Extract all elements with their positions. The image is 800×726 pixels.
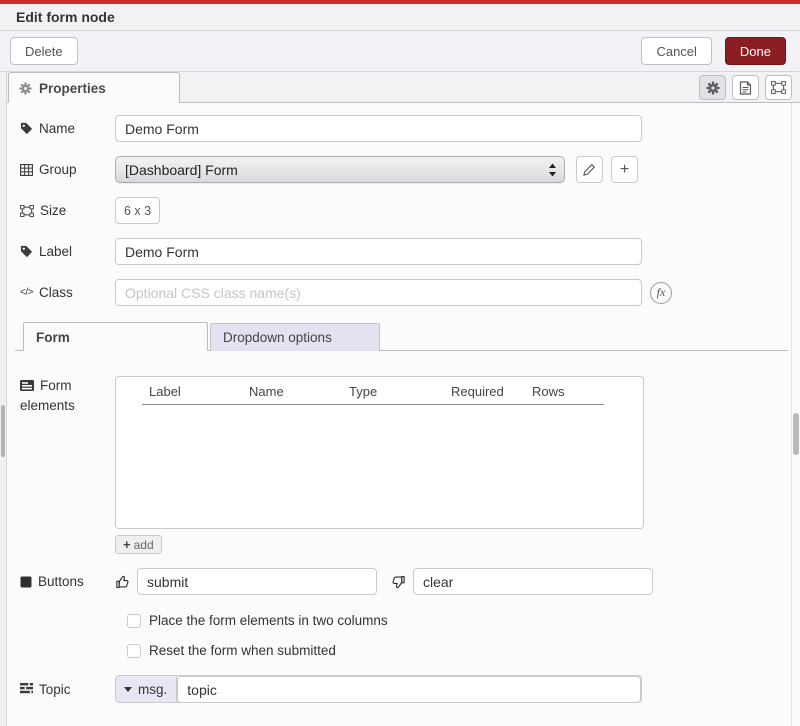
object-group-icon <box>20 205 34 217</box>
tab-properties-label: Properties <box>39 81 106 96</box>
dialog-header: Edit form node <box>0 4 800 31</box>
form-widget-icon <box>20 380 34 391</box>
gear-icon <box>706 81 720 95</box>
tag-icon <box>20 122 33 135</box>
topic-type-label: msg. <box>138 682 167 697</box>
dialog-title: Edit form node <box>16 9 115 25</box>
thumbs-up-icon <box>115 574 130 590</box>
gear-icon <box>19 82 32 95</box>
topic-row: Topic msg. <box>20 675 800 703</box>
delete-button[interactable]: Delete <box>10 37 78 65</box>
class-input[interactable] <box>115 279 642 306</box>
form-elements-row: Form elements Label Name Type Required R… <box>20 376 800 554</box>
class-row: </> Class fx <box>20 279 800 306</box>
column-header-label: Label <box>149 384 181 399</box>
column-header-rows: Rows <box>532 384 565 399</box>
tray-resize-handle[interactable] <box>0 72 7 726</box>
buttons-label: Buttons <box>20 574 115 589</box>
tab-properties[interactable]: Properties <box>8 72 180 103</box>
two-columns-checkbox[interactable] <box>127 614 141 628</box>
group-select-value: [Dashboard] Form <box>125 162 238 178</box>
subtab-dropdown-options[interactable]: Dropdown options <box>210 323 380 351</box>
reset-form-checkbox-label[interactable]: Reset the form when submitted <box>149 643 336 658</box>
two-columns-checkbox-row: Place the form elements in two columns <box>127 613 800 628</box>
label-input[interactable] <box>115 238 642 265</box>
submit-button-label-input[interactable] <box>137 568 377 595</box>
square-icon <box>20 576 32 588</box>
name-label: Name <box>20 121 115 136</box>
edit-form-node-dialog: Edit form node Delete Cancel Done <box>0 0 800 726</box>
subtab-form[interactable]: Form <box>23 322 208 351</box>
appearance-icon <box>771 81 786 94</box>
topic-typed-input: msg. <box>115 675 642 703</box>
column-header-type: Type <box>349 384 377 399</box>
add-element-button[interactable]: + add <box>115 535 162 554</box>
clear-button-label-input[interactable] <box>413 568 653 595</box>
topic-type-select[interactable]: msg. <box>116 676 177 702</box>
size-button[interactable]: 6 x 3 <box>115 197 160 224</box>
editor-icon-buttons <box>699 75 792 100</box>
add-group-button[interactable]: + <box>611 156 638 183</box>
class-label: </> Class <box>20 285 115 300</box>
code-icon: </> <box>20 287 33 298</box>
editor-tab-bar: Properties <box>0 72 800 103</box>
properties-gear-button[interactable] <box>699 75 726 100</box>
two-columns-checkbox-label[interactable]: Place the form elements in two columns <box>149 613 388 628</box>
header-divider <box>142 404 604 405</box>
table-icon <box>20 164 33 176</box>
reset-form-checkbox[interactable] <box>127 644 141 658</box>
name-row: Name <box>20 115 800 142</box>
name-input[interactable] <box>115 115 642 142</box>
dialog-toolbar: Delete Cancel Done <box>0 31 800 72</box>
thumbs-down-icon <box>377 574 406 590</box>
plus-icon: + <box>620 162 629 178</box>
column-header-required: Required <box>451 384 504 399</box>
description-button[interactable] <box>732 75 759 100</box>
form-elements-header: Label Name Type Required Rows <box>116 377 643 404</box>
properties-panel: Name Group [Dashboard] Form <box>0 103 800 703</box>
size-row: Size 6 x 3 <box>20 197 800 224</box>
topic-label: Topic <box>20 682 115 697</box>
plus-icon: + <box>123 537 131 552</box>
label-label: Label <box>20 244 115 259</box>
vertical-scrollbar[interactable] <box>791 103 800 726</box>
tag-icon <box>20 245 33 258</box>
group-row: Group [Dashboard] Form <box>20 156 800 183</box>
group-select[interactable]: [Dashboard] Form <box>115 156 565 183</box>
appearance-button[interactable] <box>765 75 792 100</box>
chevron-down-icon <box>124 687 132 692</box>
tasks-icon <box>20 683 33 695</box>
label-row: Label <box>20 238 800 265</box>
column-header-name: Name <box>249 384 284 399</box>
doc-icon <box>739 81 752 95</box>
topic-input[interactable] <box>177 676 641 703</box>
form-elements-list[interactable]: Label Name Type Required Rows <box>115 376 644 529</box>
cancel-button[interactable]: Cancel <box>641 37 711 65</box>
edit-group-button[interactable] <box>576 156 603 183</box>
group-label: Group <box>20 162 115 177</box>
pencil-icon <box>583 163 596 176</box>
select-arrows-icon <box>548 163 557 177</box>
buttons-row: Buttons <box>20 568 800 595</box>
form-subtabs: Form Dropdown options <box>15 322 788 351</box>
done-button[interactable]: Done <box>725 37 786 65</box>
fx-badge: fx <box>650 282 672 304</box>
form-elements-label: Form elements <box>20 376 115 415</box>
scrollbar-thumb[interactable] <box>793 413 799 455</box>
tray-resize-grip[interactable] <box>1 405 5 457</box>
size-label: Size <box>20 203 115 218</box>
reset-form-checkbox-row: Reset the form when submitted <box>127 643 800 658</box>
